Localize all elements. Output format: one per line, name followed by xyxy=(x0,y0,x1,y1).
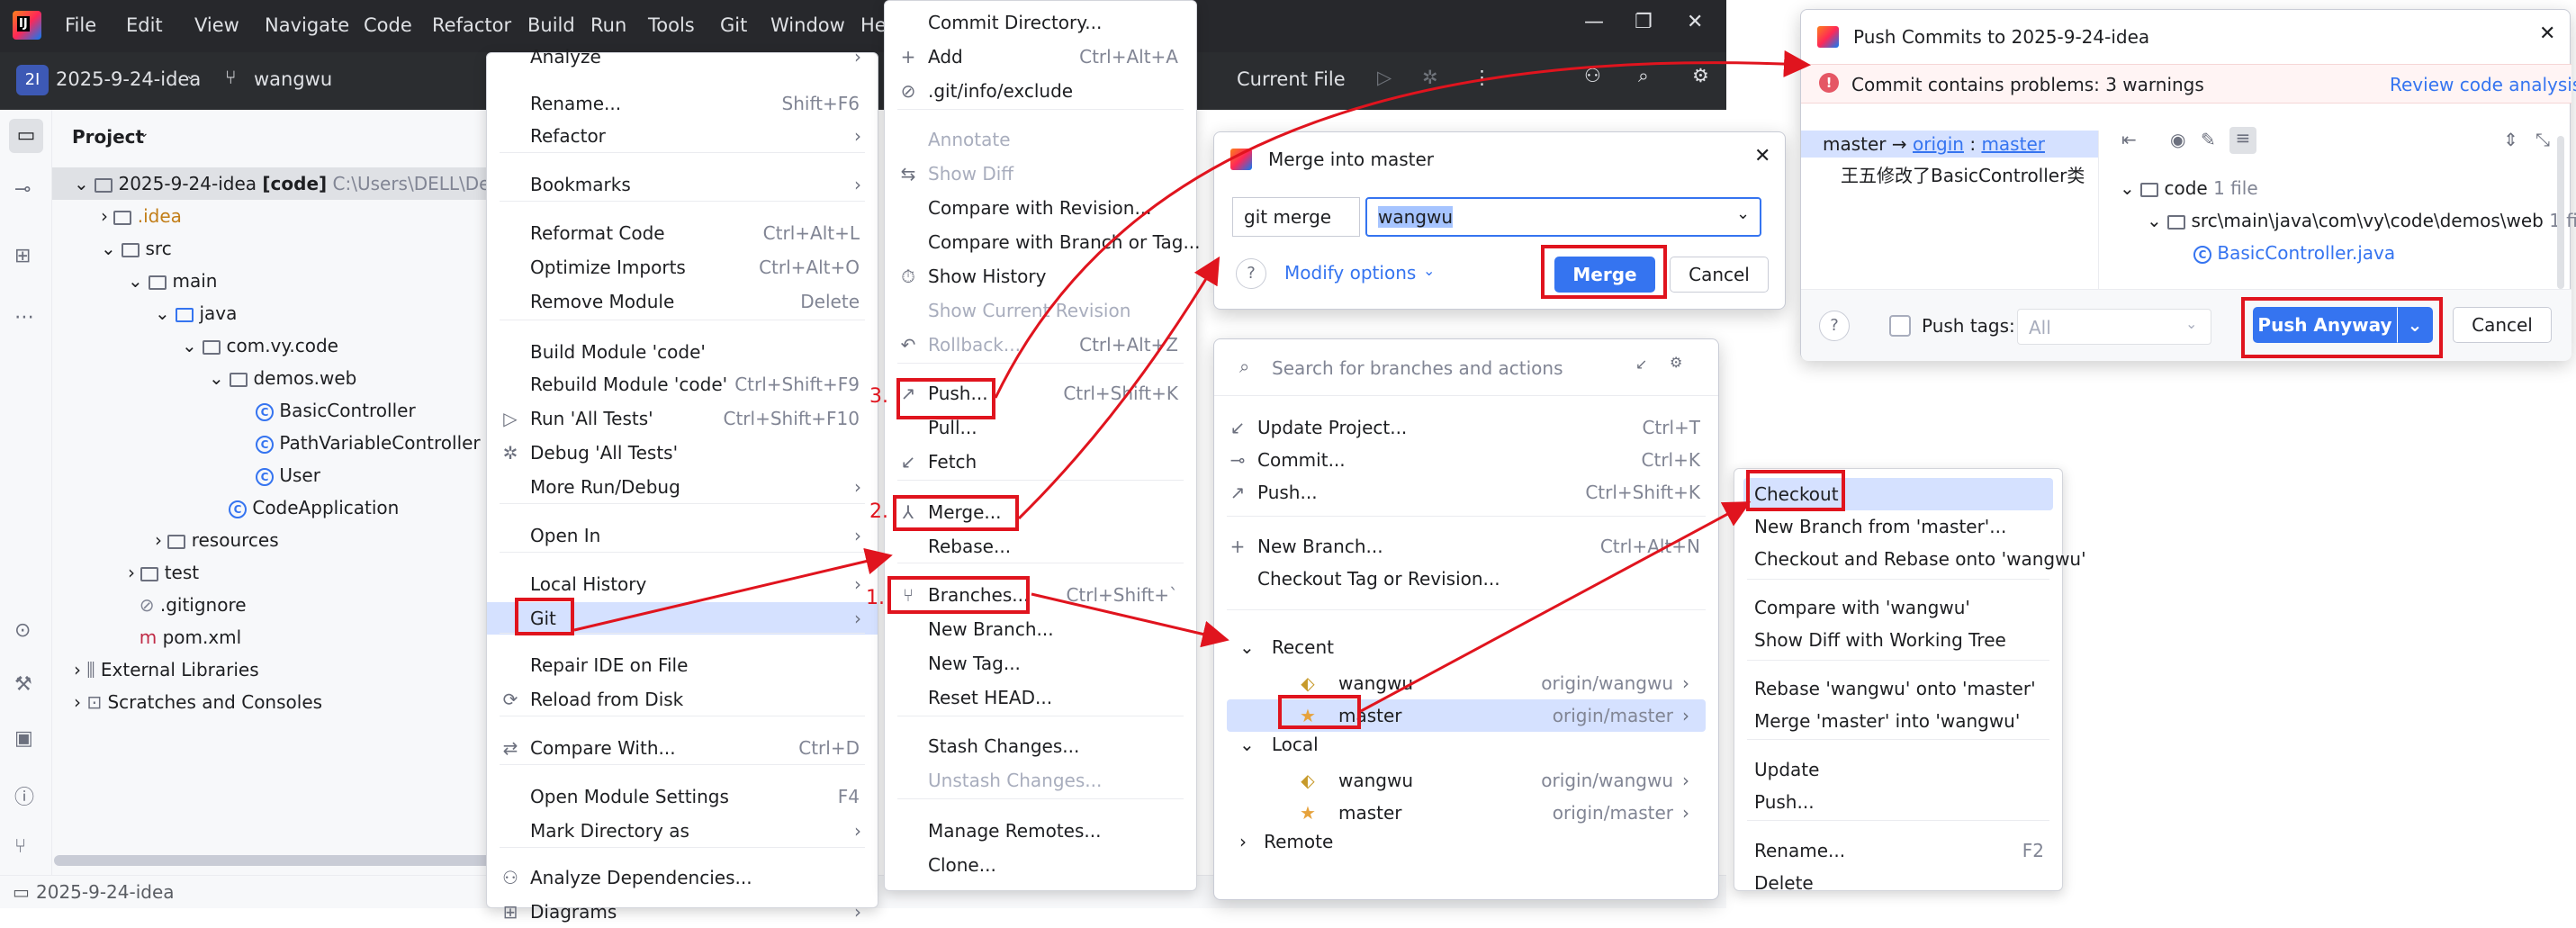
arrow-git-to-branches xyxy=(573,547,893,632)
annotation-arrows xyxy=(573,50,1811,713)
step-2-label: 2. xyxy=(869,500,888,523)
arrow-master-to-checkout xyxy=(1360,501,1752,713)
step-3-label: 3. xyxy=(869,385,888,408)
step-1-label: 1. xyxy=(866,587,885,609)
arrow-branches-to-popup xyxy=(1031,592,1229,648)
arrow-merge-to-dialog xyxy=(1017,256,1220,520)
arrow-push-to-dialog xyxy=(994,50,1811,399)
